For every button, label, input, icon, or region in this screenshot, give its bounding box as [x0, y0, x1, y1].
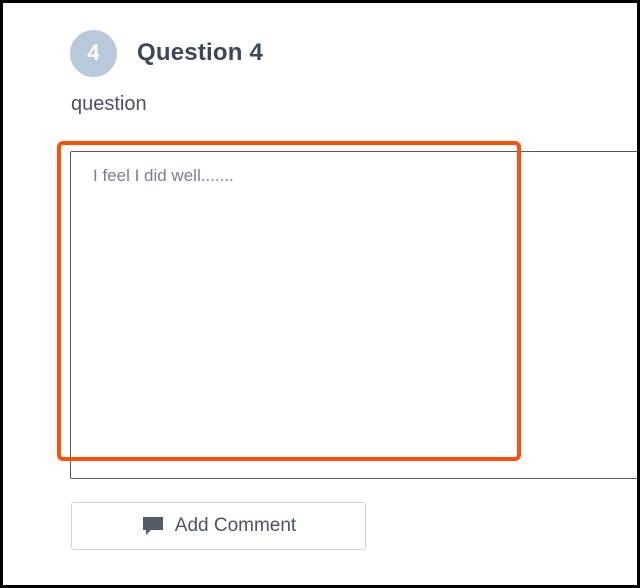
add-comment-button[interactable]: Add Comment [71, 502, 366, 550]
question-header: 4 Question 4 [70, 29, 263, 77]
question-title: Question 4 [137, 39, 264, 66]
screenshot-frame: 4 Question 4 question Add Comment [0, 0, 640, 588]
question-text: question [71, 93, 147, 115]
add-comment-label: Add Comment [174, 515, 297, 536]
comment-icon [141, 515, 165, 537]
answer-textarea[interactable] [70, 151, 637, 479]
question-number-badge: 4 [70, 29, 117, 77]
